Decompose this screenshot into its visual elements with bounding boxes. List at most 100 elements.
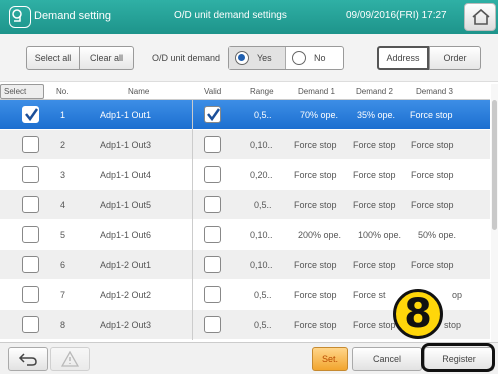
row-select-checkbox[interactable]: [22, 316, 39, 333]
home-button[interactable]: [464, 3, 496, 31]
row-range: 0,10..: [250, 140, 273, 150]
column-divider: [192, 130, 193, 160]
row-range: 0,5..: [254, 200, 272, 210]
row-demand3: Force stop: [411, 140, 454, 150]
set-button[interactable]: Set.: [312, 347, 348, 371]
select-all-button[interactable]: Select all: [26, 46, 80, 70]
row-valid-checkbox[interactable]: [204, 316, 221, 333]
table-scrollbar-thumb[interactable]: [492, 100, 497, 230]
home-icon: [472, 8, 490, 25]
column-divider: [192, 190, 193, 220]
row-no: 6: [60, 260, 66, 270]
row-name: Adp1-1 Out6: [100, 230, 152, 240]
row-demand1: Force stop: [294, 140, 337, 150]
order-sort-button[interactable]: Order: [429, 46, 481, 70]
row-select-checkbox[interactable]: [22, 166, 39, 183]
row-name: Adp1-2 Out3: [100, 320, 152, 330]
row-select-checkbox[interactable]: [22, 226, 39, 243]
checkmark-icon: [25, 108, 39, 122]
column-header-name: Name: [128, 87, 150, 96]
od-unit-demand-radio-group: Yes No: [228, 46, 344, 70]
row-demand3: op: [452, 290, 463, 300]
row-demand3: stop: [444, 320, 462, 330]
row-no: 7: [60, 290, 66, 300]
row-valid-checkbox[interactable]: [204, 256, 221, 273]
page-title: O/D unit demand settings: [174, 10, 287, 21]
row-demand3: Force stop: [411, 170, 454, 180]
row-no: 4: [60, 200, 66, 210]
title-bar: Demand setting O/D unit demand settings …: [0, 0, 498, 34]
row-range: 0,20..: [250, 170, 273, 180]
row-name: Adp1-2 Out2: [100, 290, 152, 300]
table-row[interactable]: 6 Adp1-2 Out1 0,10.. Force stop Force st…: [0, 250, 490, 280]
table-row[interactable]: 2 Adp1-1 Out3 0,10.. Force stop Force st…: [0, 130, 490, 160]
column-divider: [192, 100, 193, 130]
table-row[interactable]: 4 Adp1-1 Out5 0,5.. Force stop Force sto…: [0, 190, 490, 220]
row-demand2: Force stop: [353, 170, 396, 180]
radio-no-label: No: [314, 53, 326, 63]
row-demand3: Force stop: [410, 110, 453, 120]
row-select-checkbox[interactable]: [22, 136, 39, 153]
warning-button[interactable]: [50, 347, 90, 371]
radio-no[interactable]: No: [286, 47, 343, 69]
row-valid-checkbox[interactable]: [204, 106, 221, 123]
radio-yes[interactable]: Yes: [229, 47, 287, 69]
column-divider: [192, 220, 193, 250]
checkmark-icon: [207, 108, 221, 122]
row-demand2: Force stop: [353, 260, 396, 270]
row-demand2: Force st: [353, 290, 386, 300]
row-demand1: Force stop: [294, 200, 337, 210]
row-demand1: 70% ope.: [300, 110, 339, 120]
row-demand2: 35% ope.: [357, 110, 396, 120]
row-select-checkbox[interactable]: [22, 286, 39, 303]
column-header-demand3: Demand 3: [416, 87, 453, 96]
row-range: 0,10..: [250, 260, 273, 270]
row-demand2: Force stop: [353, 200, 396, 210]
radio-yes-label: Yes: [257, 53, 272, 63]
column-divider: [192, 160, 193, 190]
row-demand1: Force stop: [294, 320, 337, 330]
row-name: Adp1-1 Out1: [100, 110, 152, 120]
column-header-valid: Valid: [204, 87, 222, 96]
row-select-checkbox[interactable]: [22, 256, 39, 273]
row-name: Adp1-2 Out1: [100, 260, 152, 270]
row-range: 0,5..: [254, 320, 272, 330]
row-valid-checkbox[interactable]: [204, 196, 221, 213]
column-header-select: Select: [4, 87, 27, 96]
row-valid-checkbox[interactable]: [204, 286, 221, 303]
back-button[interactable]: [8, 347, 48, 371]
back-arrow-icon: [18, 353, 37, 366]
datetime: 09/09/2016(FRI) 17:27: [346, 10, 447, 21]
column-divider: [192, 280, 193, 310]
column-header-demand1: Demand 1: [298, 87, 335, 96]
row-no: 5: [60, 230, 66, 240]
row-no: 1: [60, 110, 66, 120]
row-name: Adp1-1 Out5: [100, 200, 152, 210]
row-valid-checkbox[interactable]: [204, 166, 221, 183]
od-unit-demand-label: O/D unit demand: [152, 53, 221, 63]
clear-all-button[interactable]: Clear all: [80, 46, 134, 70]
row-range: 0,5..: [254, 290, 272, 300]
row-select-checkbox[interactable]: [22, 106, 39, 123]
table-row[interactable]: 3 Adp1-1 Out4 0,20.. Force stop Force st…: [0, 160, 490, 190]
address-sort-button[interactable]: Address: [377, 46, 429, 70]
row-select-checkbox[interactable]: [22, 196, 39, 213]
column-header-no: No.: [56, 87, 69, 96]
row-name: Adp1-1 Out3: [100, 140, 152, 150]
row-valid-checkbox[interactable]: [204, 136, 221, 153]
row-valid-checkbox[interactable]: [204, 226, 221, 243]
table-row[interactable]: 5 Adp1-1 Out6 0,10.. 200% ope. 100% ope.…: [0, 220, 490, 250]
row-no: 8: [60, 320, 66, 330]
cancel-button[interactable]: Cancel: [352, 347, 422, 371]
row-demand3: Force stop: [411, 260, 454, 270]
column-divider: [192, 310, 193, 340]
row-no: 2: [60, 140, 66, 150]
table-row[interactable]: 1 Adp1-1 Out1 0,5.. 70% ope. 35% ope. Fo…: [0, 100, 490, 130]
demand-setting-icon: [9, 6, 31, 28]
column-header-demand2: Demand 2: [356, 87, 393, 96]
row-no: 3: [60, 170, 66, 180]
column-divider: [192, 250, 193, 280]
radio-yes-indicator: [235, 51, 249, 65]
row-demand1: Force stop: [294, 170, 337, 180]
row-demand2: 100% ope.: [358, 230, 402, 240]
